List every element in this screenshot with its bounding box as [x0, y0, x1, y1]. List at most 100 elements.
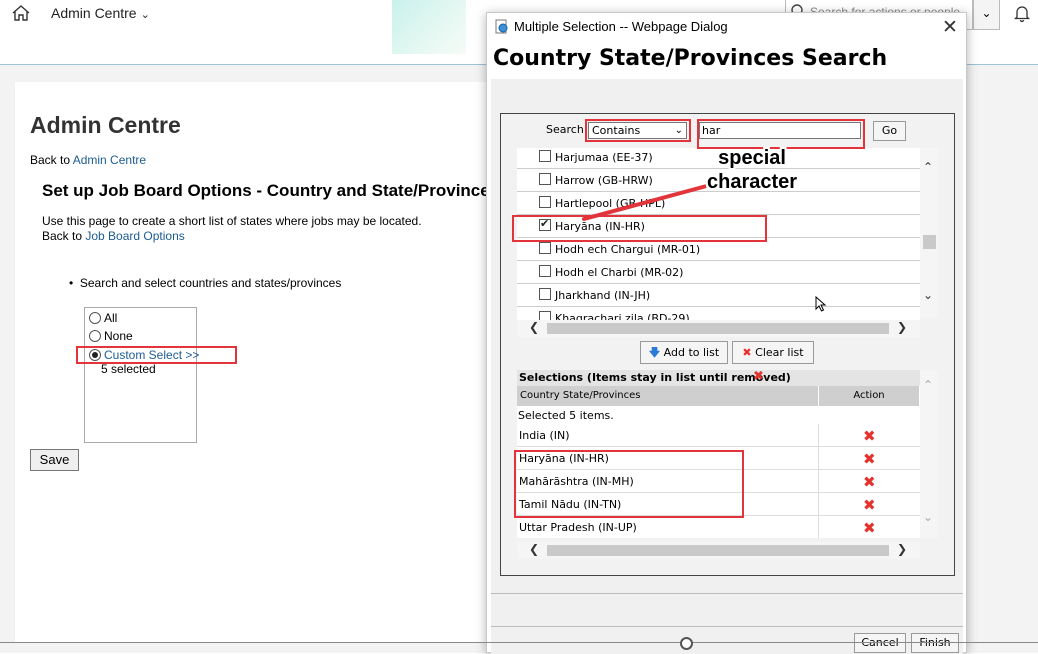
column-divider [818, 424, 819, 447]
result-checkbox[interactable] [539, 150, 551, 162]
result-row[interactable]: Jharkhand (IN-JH) [517, 284, 920, 307]
results-hscroll-thumb[interactable] [547, 323, 889, 334]
close-icon[interactable]: ✕ [942, 16, 958, 39]
callout-arrow [582, 182, 716, 221]
selections-header: Selections (Items stay in list until rem… [517, 369, 920, 386]
callout-line-1: special [718, 147, 786, 169]
result-checkbox[interactable] [539, 173, 551, 185]
result-label: Hodh el Charbi (MR-02) [555, 266, 684, 279]
search-label: Search [546, 123, 584, 136]
radio-all[interactable]: All [89, 311, 117, 325]
back-to-prefix-2: Back to [42, 229, 86, 243]
back-to-prefix: Back to [30, 153, 73, 167]
result-checkbox[interactable] [539, 265, 551, 277]
selection-label: India (IN) [519, 429, 570, 442]
custom-select-highlight [76, 346, 237, 364]
remove-icon[interactable]: ✖ [863, 519, 877, 537]
result-checkbox[interactable] [539, 196, 551, 208]
result-checkbox[interactable] [539, 311, 551, 320]
page-description: Use this page to create a short list of … [42, 214, 422, 228]
result-checkbox[interactable] [539, 242, 551, 254]
home-icon[interactable] [11, 4, 31, 22]
selections-horizontal-scrollbar[interactable]: ❮ ❯ [517, 542, 920, 559]
save-button[interactable]: Save [30, 449, 79, 471]
cancel-button[interactable]: Cancel [854, 633, 906, 653]
admin-centre-nav-menu[interactable]: Admin Centre ⌄ [51, 5, 150, 21]
special-character-callout: special character [707, 146, 797, 194]
radio-none-label: None [104, 329, 133, 343]
red-x-icon: ✖ [742, 346, 752, 359]
result-checkbox[interactable] [539, 288, 551, 300]
job-board-options-link[interactable]: Job Board Options [85, 229, 184, 243]
finish-button[interactable]: Finish [911, 633, 959, 653]
column-divider [818, 516, 819, 538]
remove-icon[interactable]: ✖ [863, 450, 877, 468]
dialog-window-title: Multiple Selection -- Webpage Dialog [514, 19, 728, 34]
radio-none[interactable]: None [89, 329, 133, 343]
column-divider [818, 470, 819, 493]
browser-icon [495, 19, 508, 34]
search-mode-highlight [585, 119, 691, 142]
selection-mode-box: All None Custom Select >> 5 selected [84, 307, 199, 443]
results-horizontal-scrollbar[interactable]: ❮ ❯ [517, 320, 920, 337]
admin-centre-link[interactable]: Admin Centre [73, 153, 146, 167]
result-label: Harjumaa (EE-37) [555, 151, 653, 164]
add-to-list-button[interactable]: 🡇 Add to list [640, 341, 728, 364]
selections-highlight [514, 450, 744, 518]
dialog-heading: Country State/Provinces Search [493, 46, 888, 71]
col-header-country: Country State/Provinces [517, 386, 819, 406]
selection-row: Uttar Pradesh (IN-UP) ✖ [517, 516, 920, 538]
remove-icon[interactable]: ✖ [863, 473, 877, 491]
instruction-text: Search and select countries and states/p… [79, 276, 342, 290]
scroll-left-icon[interactable]: ❮ [529, 320, 539, 334]
scroll-right-icon[interactable]: ❯ [897, 542, 907, 556]
selection-label: Uttar Pradesh (IN-UP) [519, 521, 637, 534]
selections-header-text: Selections (Items stay in list until rem… [519, 371, 791, 384]
bell-icon[interactable] [1012, 3, 1032, 23]
page-title: Admin Centre [30, 112, 181, 138]
radio-all-label: All [104, 311, 118, 325]
selections-hscroll-thumb[interactable] [547, 545, 889, 556]
scroll-left-icon[interactable]: ❮ [529, 542, 539, 556]
selection-row: India (IN) ✖ [517, 424, 920, 447]
scroll-right-icon[interactable]: ❯ [897, 320, 907, 334]
instruction-bullet: • Search and select countries and states… [69, 276, 341, 290]
bottom-divider [0, 642, 1038, 643]
arrow-down-icon: 🡇 [648, 346, 661, 359]
col-header-action: Action [819, 386, 920, 406]
scroll-down-icon[interactable]: ⌄ [923, 510, 933, 524]
scroll-up-icon[interactable]: ⌃ [923, 378, 933, 392]
radio-none-button[interactable] [89, 330, 101, 342]
back-to-admin-line: Back to Admin Centre [30, 153, 146, 167]
result-row[interactable]: Khagrachari zila (BD-29) [517, 307, 920, 320]
column-divider [818, 493, 819, 516]
remove-icon[interactable]: ✖ [863, 496, 877, 514]
radio-all-button[interactable] [89, 312, 101, 324]
add-to-list-label: Add to list [663, 346, 720, 359]
remove-icon[interactable]: ✖ [863, 427, 877, 445]
selected-note: Selected 5 items. [518, 409, 614, 422]
go-button[interactable]: Go [873, 121, 906, 141]
clear-list-label: Clear list [755, 346, 804, 359]
search-scope-dropdown[interactable]: ⌄ [973, 0, 1000, 30]
scroll-down-icon[interactable]: ⌄ [923, 288, 933, 302]
clear-list-button[interactable]: ✖ Clear list [732, 341, 814, 364]
remove-all-icon[interactable]: ✖ [753, 369, 764, 384]
chevron-down-icon: ⌄ [140, 9, 150, 21]
section-heading: Set up Job Board Options - Country and S… [42, 181, 488, 200]
results-scroll-thumb[interactable] [923, 235, 936, 249]
column-divider [818, 447, 819, 470]
selections-vertical-scrollbar[interactable]: ⌃ ⌄ [920, 370, 938, 538]
results-vertical-scrollbar[interactable]: ⌃ ⌄ [920, 148, 938, 318]
result-label: Hodh ech Chargui (MR-01) [555, 243, 701, 256]
header-decoration [392, 0, 466, 54]
scroll-up-icon[interactable]: ⌃ [923, 160, 933, 174]
callout-line-2: character [707, 171, 798, 193]
result-row[interactable]: Hodh el Charbi (MR-02) [517, 261, 920, 284]
dialog-titlebar: Multiple Selection -- Webpage Dialog ✕ [487, 13, 966, 41]
dialog-footer [491, 593, 963, 627]
back-to-job-board-line: Back to Job Board Options [42, 229, 185, 243]
selected-count: 5 selected [101, 362, 156, 376]
scroll-handle-icon[interactable] [680, 637, 693, 650]
result-label: Khagrachari zila (BD-29) [555, 312, 690, 320]
